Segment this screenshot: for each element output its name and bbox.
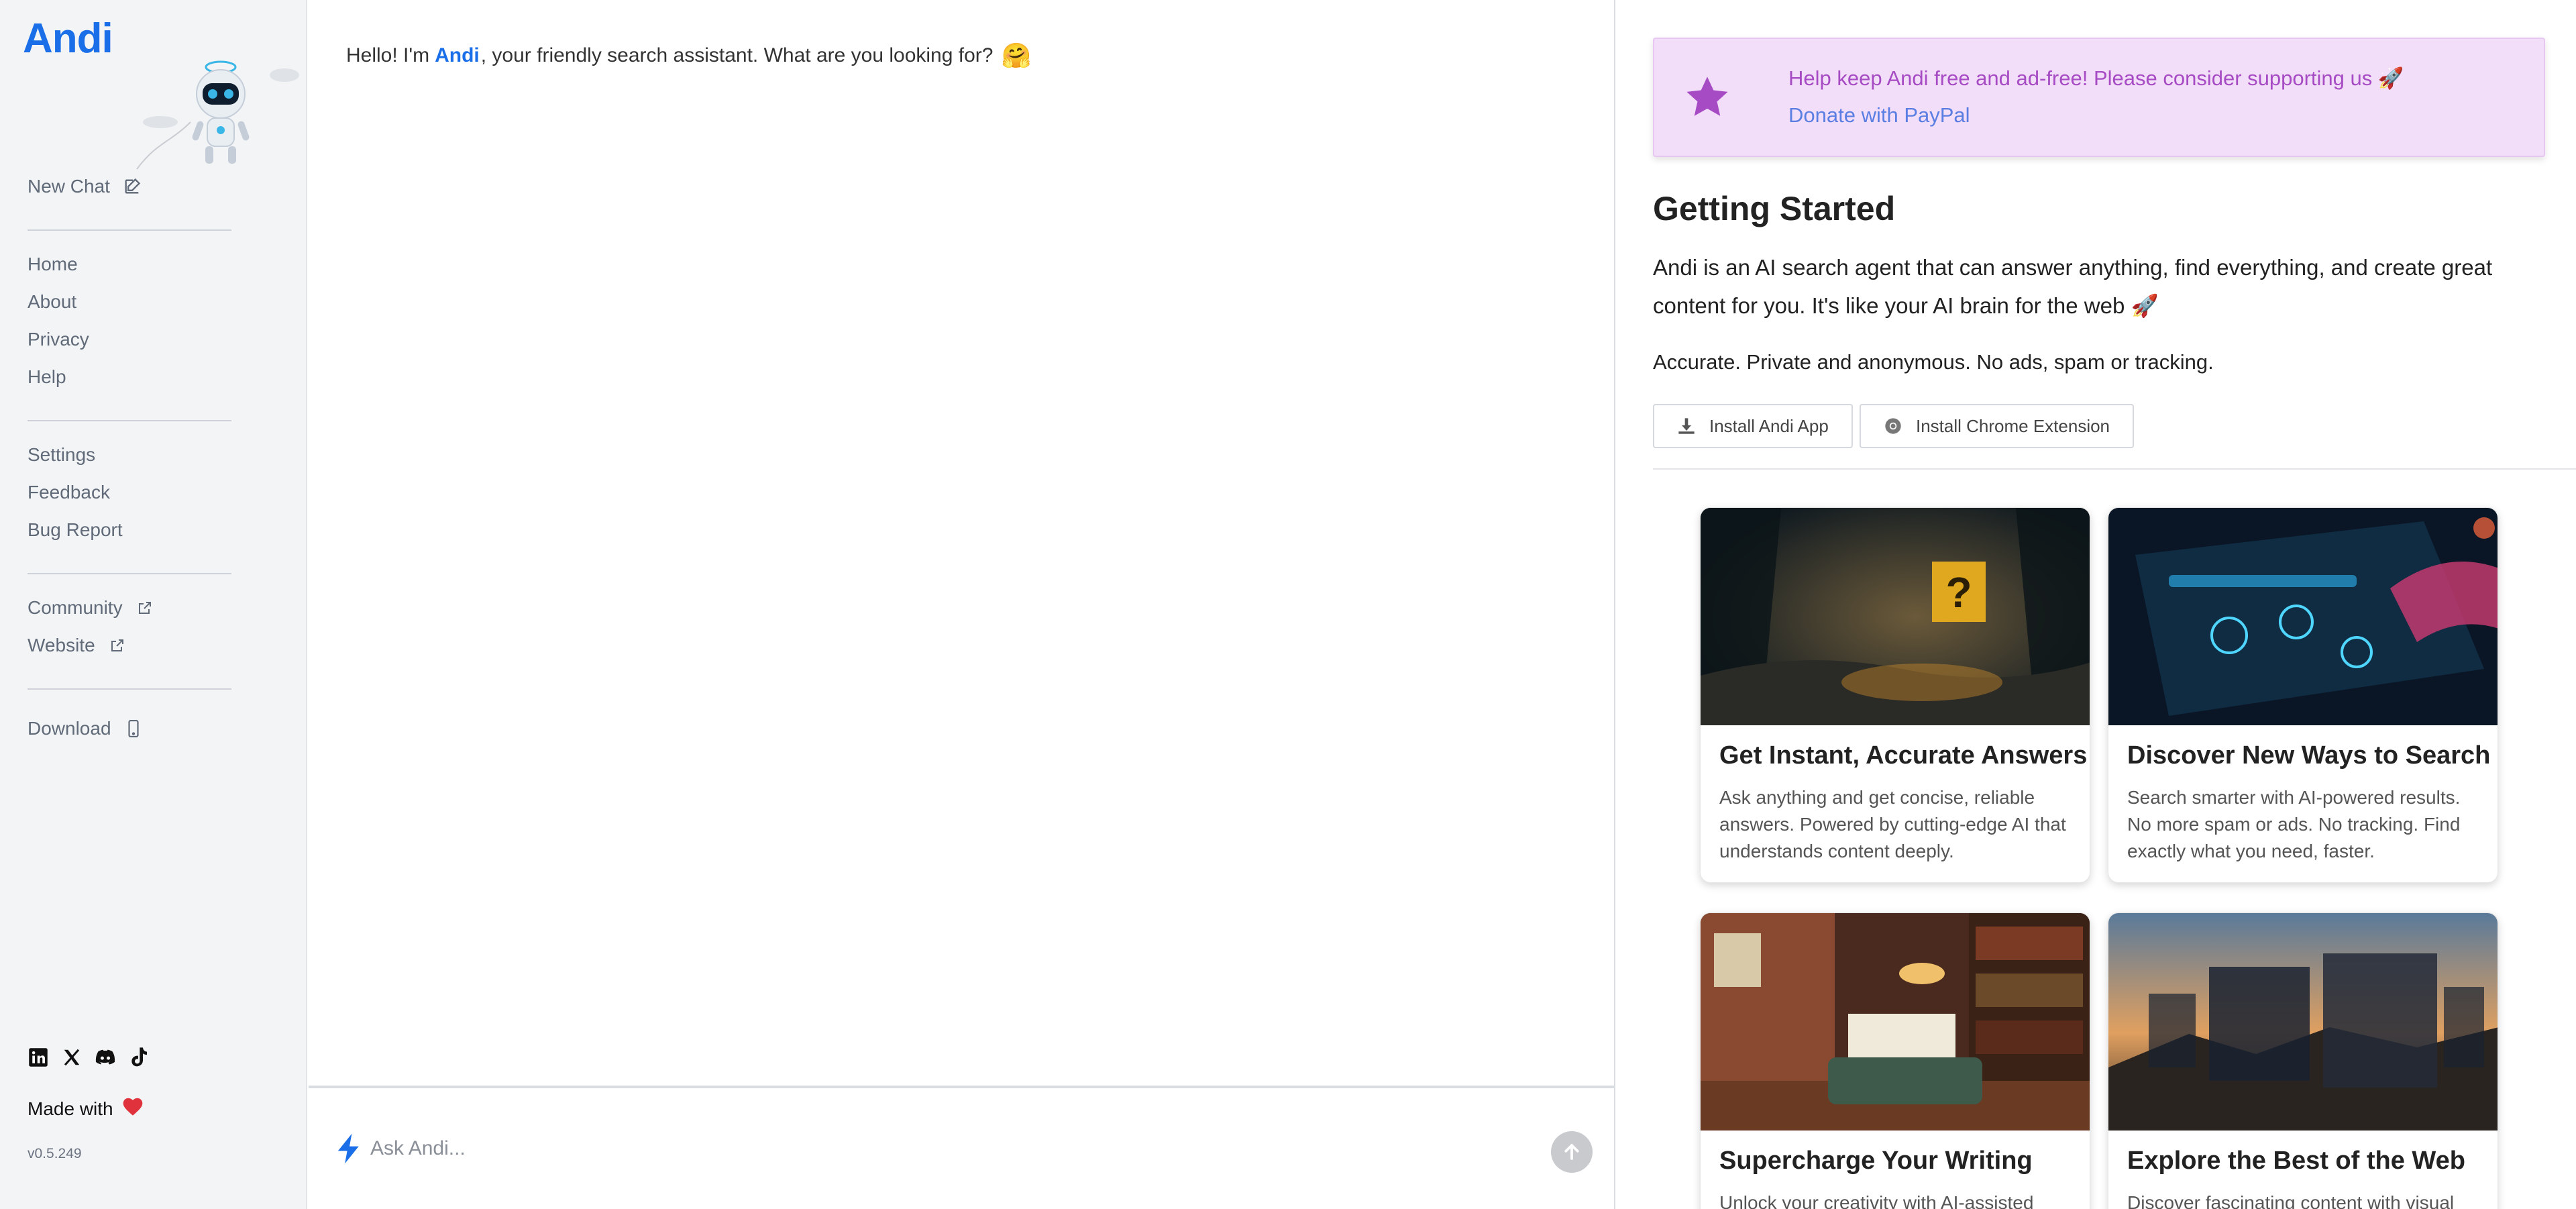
edit-icon bbox=[122, 176, 142, 197]
card-title: Discover New Ways to Search bbox=[2127, 741, 2491, 770]
star-icon bbox=[1686, 76, 1728, 116]
card-image-cave: ? bbox=[1701, 508, 2090, 725]
install-extension-button[interactable]: Install Chrome Extension bbox=[1860, 404, 2135, 448]
card-title: Supercharge Your Writing bbox=[1719, 1147, 2033, 1175]
divider bbox=[1653, 468, 2576, 470]
made-with-label: Made with bbox=[28, 1098, 113, 1119]
card-text: Search smarter with AI-powered results. … bbox=[2127, 787, 2461, 861]
page-title: Getting Started bbox=[1653, 190, 1896, 227]
download-button[interactable]: Download bbox=[28, 715, 144, 742]
donate-link[interactable]: Donate with PayPal bbox=[1788, 103, 1970, 127]
support-message: Help keep Andi free and ad-free! Please … bbox=[1788, 66, 2404, 90]
feature-card[interactable]: ? Get Instant, Accurate Answers Ask anyt… bbox=[1700, 507, 2090, 883]
install-app-button[interactable]: Install Andi App bbox=[1653, 404, 1853, 448]
divider bbox=[28, 420, 231, 421]
sidebar: Andi New Chat Home About Privacy Help Se… bbox=[0, 0, 307, 1209]
sidebar-item-feedback[interactable]: Feedback bbox=[28, 479, 110, 506]
sidebar-item-privacy[interactable]: Privacy bbox=[28, 326, 89, 353]
external-link-icon bbox=[135, 598, 155, 618]
svg-text:?: ? bbox=[1945, 568, 1972, 617]
greeting-prefix: Hello! I'm bbox=[346, 44, 430, 66]
support-banner: Help keep Andi free and ad-free! Please … bbox=[1653, 38, 2545, 157]
sidebar-item-label: Settings bbox=[28, 444, 96, 465]
new-chat-button[interactable]: New Chat bbox=[28, 173, 142, 200]
feature-card[interactable]: Explore the Best of the Web Discover fas… bbox=[2108, 912, 2498, 1209]
sidebar-item-help[interactable]: Help bbox=[28, 364, 66, 390]
card-title: Get Instant, Accurate Answers bbox=[1719, 741, 2088, 770]
feature-card[interactable]: Discover New Ways to Search Search smart… bbox=[2108, 507, 2498, 883]
sidebar-item-label: Privacy bbox=[28, 329, 89, 350]
sidebar-item-label: About bbox=[28, 291, 77, 312]
tiktok-icon[interactable] bbox=[128, 1047, 150, 1068]
send-button[interactable] bbox=[1551, 1131, 1593, 1173]
social-links bbox=[28, 1047, 150, 1068]
divider bbox=[28, 229, 231, 231]
card-image-landscape bbox=[2108, 913, 2498, 1131]
card-title: Explore the Best of the Web bbox=[2127, 1147, 2465, 1175]
card-text: Unlock your creativity with AI-assisted bbox=[1719, 1192, 2034, 1209]
card-text: Discover fascinating content with visual bbox=[2127, 1192, 2455, 1209]
phone-icon bbox=[123, 719, 144, 739]
sidebar-item-label: Feedback bbox=[28, 482, 110, 503]
discord-icon[interactable] bbox=[95, 1047, 116, 1068]
new-chat-label: New Chat bbox=[28, 176, 110, 197]
install-extension-label: Install Chrome Extension bbox=[1916, 415, 2110, 436]
linkedin-icon[interactable] bbox=[28, 1047, 49, 1068]
info-panel: Help keep Andi free and ad-free! Please … bbox=[1615, 0, 2576, 1209]
made-with: Made with bbox=[28, 1096, 144, 1121]
search-input[interactable] bbox=[370, 1131, 1444, 1166]
sidebar-item-bug-report[interactable]: Bug Report bbox=[28, 517, 123, 543]
getting-started-description: Andi is an AI search agent that can answ… bbox=[1653, 255, 2493, 318]
download-icon bbox=[1678, 418, 1695, 434]
sidebar-item-label: Bug Report bbox=[28, 519, 123, 540]
sidebar-item-website[interactable]: Website bbox=[28, 632, 127, 659]
feature-card[interactable]: Supercharge Your Writing Unlock your cre… bbox=[1700, 912, 2090, 1209]
logo-area: Andi bbox=[23, 15, 305, 170]
sidebar-item-home[interactable]: Home bbox=[28, 251, 78, 278]
logo[interactable]: Andi bbox=[23, 15, 113, 62]
greeting-suffix: , your friendly search assistant. What a… bbox=[480, 44, 994, 66]
install-app-label: Install Andi App bbox=[1709, 415, 1829, 436]
card-image-tech bbox=[2108, 508, 2498, 725]
hugging-face-emoji: 🤗 bbox=[1001, 42, 1032, 69]
card-text: Ask anything and get concise, reliable a… bbox=[1719, 787, 2066, 861]
chat-area: Hello! I'm Andi , your friendly search a… bbox=[309, 0, 1615, 1209]
sidebar-item-community[interactable]: Community bbox=[28, 594, 155, 621]
lightning-icon bbox=[337, 1133, 359, 1164]
sidebar-item-label: Website bbox=[28, 635, 95, 655]
x-icon[interactable] bbox=[61, 1047, 83, 1068]
arrow-up-icon bbox=[1564, 1143, 1579, 1160]
download-label: Download bbox=[28, 718, 111, 739]
sidebar-item-label: Community bbox=[28, 597, 123, 618]
sidebar-item-label: Home bbox=[28, 254, 78, 274]
external-link-icon bbox=[107, 635, 127, 655]
divider bbox=[28, 688, 231, 690]
chrome-icon bbox=[1885, 418, 1901, 434]
version-label: v0.5.249 bbox=[28, 1146, 82, 1161]
chat-composer bbox=[309, 1086, 1615, 1209]
tagline: Accurate. Private and anonymous. No ads,… bbox=[1653, 350, 2214, 374]
robot-mascot-icon bbox=[136, 60, 299, 170]
greeting-brand: Andi bbox=[435, 44, 480, 66]
greeting-message: Hello! I'm Andi , your friendly search a… bbox=[346, 42, 1031, 70]
sidebar-item-about[interactable]: About bbox=[28, 288, 76, 315]
divider bbox=[28, 573, 231, 574]
sidebar-item-label: Help bbox=[28, 366, 66, 387]
heart-icon bbox=[121, 1096, 144, 1121]
sidebar-item-settings[interactable]: Settings bbox=[28, 441, 95, 468]
card-image-typewriter bbox=[1701, 913, 2090, 1131]
